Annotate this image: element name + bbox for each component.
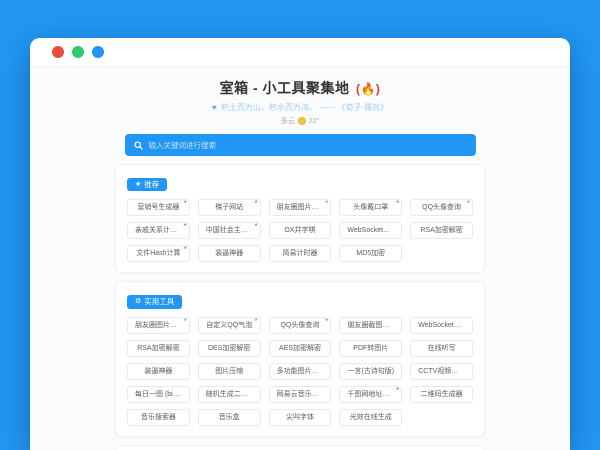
tool-marker-green: * <box>254 319 257 325</box>
maximize-window-button[interactable] <box>92 46 104 58</box>
tool-marker-green: * <box>467 201 470 207</box>
tool-section-card: ⚙ 实用工具 朋友圈图片分割* 自定义QQ气泡* QQ头像查询* 朋友圈截图生成 Web… <box>115 281 485 436</box>
sun-icon <box>298 117 306 125</box>
tool-button[interactable]: DES加密解密 <box>198 340 261 357</box>
tool-button[interactable]: 营销号生成器* <box>127 199 190 216</box>
tool-marker-red: * <box>254 201 257 207</box>
tool-marker-red: * <box>184 201 187 207</box>
tool-marker-red: * <box>254 224 257 230</box>
weather-line: 多云 22° <box>30 116 570 126</box>
section-badge-label: 推荐 <box>144 181 159 189</box>
tool-marker-green: * <box>325 319 328 325</box>
section-badge: ★ 推荐 <box>127 178 167 192</box>
page-title: 室箱 - 小工具聚集地 (🔥) <box>30 78 570 98</box>
tool-marker-red: * <box>396 388 399 394</box>
minimize-window-button[interactable] <box>72 46 84 58</box>
tool-marker-red: * <box>184 224 187 230</box>
tool-marker-green: * <box>325 201 328 207</box>
tool-button[interactable]: 头像戴口罩* <box>339 199 402 216</box>
tool-button[interactable]: 每日一图 (bing) <box>127 386 190 403</box>
tool-button[interactable]: 尖叫字体 <box>269 409 332 426</box>
close-window-button[interactable] <box>52 46 64 58</box>
tool-button[interactable]: 朋友圈图片分割* <box>269 199 332 216</box>
tool-button[interactable]: RSA加密解密 <box>410 222 473 239</box>
tool-button[interactable]: 图片压缩 <box>198 363 261 380</box>
weather-label: 多云 <box>281 116 295 126</box>
tool-button[interactable]: QQ头像查询* <box>410 199 473 216</box>
tool-button[interactable]: QQ头像查询* <box>269 317 332 334</box>
fire-icon: (🔥) <box>356 82 380 96</box>
section-badge-label: 实用工具 <box>144 298 174 306</box>
tool-button[interactable]: 网易云音乐解析 <box>269 386 332 403</box>
tool-button[interactable]: 亲戚关系计算器* <box>127 222 190 239</box>
tool-button[interactable]: CCTV视频解析 <box>410 363 473 380</box>
heart-icon: ♥ <box>212 103 217 112</box>
tool-button[interactable]: 朋友圈截图生成 <box>339 317 402 334</box>
tool-button[interactable]: 中国社会主义核心...* <box>198 222 261 239</box>
search-bar[interactable] <box>125 134 476 156</box>
tool-button[interactable]: WebSocket测试 <box>339 222 402 239</box>
tool-section-card: ★ 推荐 营销号生成器* 梯子网站* 朋友圈图片分割* 头像戴口罩* QQ头像查询* 亲戚… <box>115 164 485 273</box>
window-titlebar <box>30 38 570 67</box>
tool-button[interactable]: MD5加密 <box>339 245 402 262</box>
tool-button[interactable]: RSA加密解密 <box>127 340 190 357</box>
tool-button[interactable]: 简易计时器 <box>269 245 332 262</box>
tool-button[interactable]: WebSocket测试 <box>410 317 473 334</box>
section-badge: ⚙ 实用工具 <box>127 295 182 309</box>
tool-button[interactable]: 在线听写 <box>410 340 473 357</box>
motto-line: ♥ 积土而为山，积水而为海。 —— 《荀子·儒效》 <box>30 102 570 113</box>
tool-marker-red: * <box>184 247 187 253</box>
tool-button[interactable]: 梯子网站* <box>198 199 261 216</box>
tool-button[interactable]: 多功能图片处理工具 <box>269 363 332 380</box>
tool-button[interactable]: 千图网地址解析* <box>339 386 402 403</box>
tool-button[interactable]: 朋友圈图片分割* <box>127 317 190 334</box>
tool-section-card: A 站长工具 中国社会主义核心...*文件Hash计算*Hash计算URL编码解… <box>115 445 485 450</box>
tool-button[interactable]: 一言(古诗句版) <box>339 363 402 380</box>
browser-window: 室箱 - 小工具聚集地 (🔥) ♥ 积土而为山，积水而为海。 —— 《荀子·儒效… <box>30 38 570 450</box>
tool-button[interactable]: 随机生成二次元图片 <box>198 386 261 403</box>
weather-temp: 22° <box>309 118 320 125</box>
motto-text: 积土而为山，积水而为海。 —— 《荀子·儒效》 <box>221 103 388 112</box>
search-input[interactable] <box>149 141 467 150</box>
tool-button[interactable]: 音乐搜索器 <box>127 409 190 426</box>
tool-button[interactable]: 装逼神器 <box>127 363 190 380</box>
section-badge-icon: ★ <box>135 181 141 188</box>
tool-button[interactable]: OX井字棋 <box>269 222 332 239</box>
tool-grid: 朋友圈图片分割* 自定义QQ气泡* QQ头像查询* 朋友圈截图生成 WebSocket测… <box>127 317 473 426</box>
tool-button[interactable]: AES加密解密 <box>269 340 332 357</box>
search-icon <box>134 141 143 150</box>
tool-button[interactable]: 二维码生成器 <box>410 386 473 403</box>
tool-grid: 营销号生成器* 梯子网站* 朋友圈图片分割* 头像戴口罩* QQ头像查询* 亲戚关系计算器… <box>127 199 473 262</box>
hero-header: 室箱 - 小工具聚集地 (🔥) ♥ 积土而为山，积水而为海。 —— 《荀子·儒效… <box>30 67 570 126</box>
tool-button[interactable]: 文件Hash计算* <box>127 245 190 262</box>
tool-button[interactable]: 光效在线生成 <box>339 409 402 426</box>
site-title-text: 室箱 - 小工具聚集地 <box>220 80 350 96</box>
tool-button[interactable]: 装逼神器 <box>198 245 261 262</box>
tool-marker-red: * <box>396 201 399 207</box>
tool-sections: ★ 推荐 营销号生成器* 梯子网站* 朋友圈图片分割* 头像戴口罩* QQ头像查询* 亲戚… <box>30 164 570 450</box>
tool-marker-green: * <box>184 319 187 325</box>
page-content: 室箱 - 小工具聚集地 (🔥) ♥ 积土而为山，积水而为海。 —— 《荀子·儒效… <box>30 67 570 450</box>
tool-button[interactable]: 自定义QQ气泡* <box>198 317 261 334</box>
tool-button[interactable]: 音乐盒 <box>198 409 261 426</box>
tool-button[interactable]: PDF转图片 <box>339 340 402 357</box>
section-badge-icon: ⚙ <box>135 298 141 305</box>
